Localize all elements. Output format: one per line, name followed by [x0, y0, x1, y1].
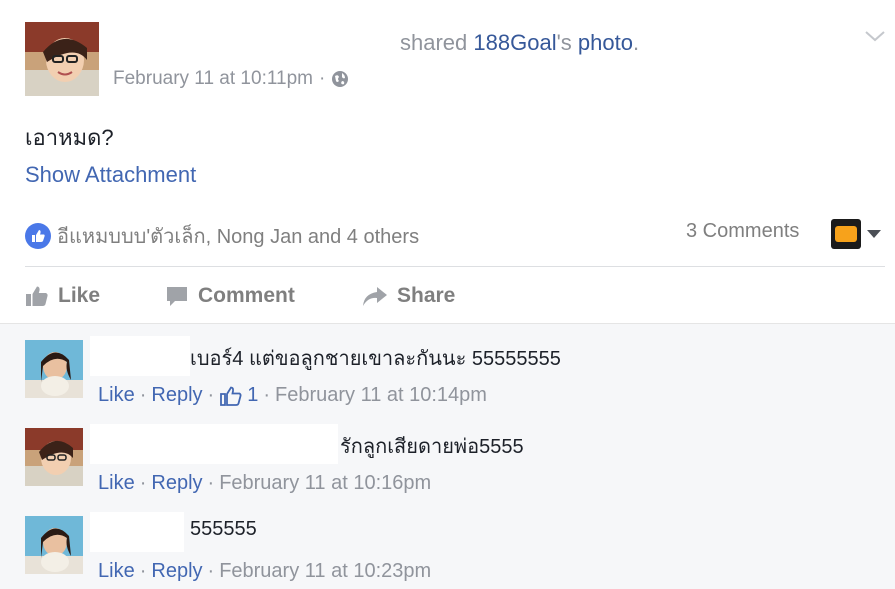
meta-separator: · [139, 384, 147, 406]
redacted-author-name [113, 30, 398, 56]
like-button[interactable]: Like [25, 280, 100, 312]
comment-item: เบอร์4 แต่ขอลูกชายเขาละกันนะ 55555555 Li… [0, 324, 895, 410]
share-button[interactable]: Share [362, 280, 455, 312]
comments-count-link[interactable]: 3 Comments [686, 220, 799, 243]
comment-item: 555555 Like · Reply · February 11 at 10:… [0, 500, 895, 586]
comment-label: Comment [198, 284, 295, 307]
share-arrow-icon [363, 287, 387, 306]
comment-like-count[interactable]: 1 [219, 384, 258, 407]
page-avatar [831, 219, 861, 249]
comment-timestamp[interactable]: February 11 at 10:14pm [275, 384, 487, 407]
post-body: เอาหมด? [25, 125, 114, 150]
header-period: . [632, 30, 640, 55]
comment-timestamp[interactable]: February 11 at 10:23pm [219, 560, 431, 583]
comment-meta: Like · Reply · February 11 at 10:16pm [98, 472, 431, 495]
post-meta: February 11 at 10:11pm · [113, 68, 349, 90]
comment-item: รักลูกเสียดายพ่อ5555 Like · Reply · Febr… [0, 412, 895, 498]
shared-owner-suffix: 's [556, 30, 572, 55]
redacted-commenter-name [90, 512, 184, 552]
comment-reply-link[interactable]: Reply [151, 472, 202, 495]
meta-separator: · [263, 384, 270, 406]
comment-like-link[interactable]: Like [98, 472, 135, 495]
redacted-commenter-name [90, 336, 190, 376]
comment-button[interactable]: Comment [165, 280, 295, 312]
header-action: shared [400, 30, 468, 55]
chevron-down-icon[interactable] [863, 26, 887, 46]
commenter-avatar[interactable] [25, 516, 83, 574]
thumbs-up-outline-icon [220, 386, 242, 406]
facebook-post: shared 188Goal's photo. February 11 at 1… [0, 0, 895, 589]
comments-section: เบอร์4 แต่ขอลูกชายเขาละกันนะ 55555555 Li… [0, 323, 895, 589]
meta-separator: · [207, 472, 215, 494]
meta-separator: · [207, 384, 215, 406]
post-timestamp[interactable]: February 11 at 10:11pm [113, 68, 313, 90]
comment-meta: Like · Reply · 1 · February 11 at 10:14p… [98, 384, 487, 407]
meta-separator: · [139, 560, 147, 582]
comment-like-link[interactable]: Like [98, 384, 135, 407]
redacted-commenter-name [90, 424, 338, 464]
divider [25, 266, 885, 267]
show-attachment-link[interactable]: Show Attachment [25, 162, 196, 188]
comment-reply-link[interactable]: Reply [151, 560, 202, 583]
comment-text: 555555 [190, 518, 257, 540]
comment-reply-link[interactable]: Reply [151, 384, 202, 407]
shared-owner-link[interactable]: 188Goal [473, 30, 556, 55]
commenter-avatar[interactable] [25, 340, 83, 398]
share-label: Share [397, 284, 456, 307]
comment-timestamp[interactable]: February 11 at 10:16pm [219, 472, 431, 495]
like-count-value: 1 [247, 384, 259, 406]
speech-bubble-icon [167, 287, 187, 306]
comment-text: รักลูกเสียดายพ่อ5555 [340, 436, 524, 458]
thumbs-up-icon [26, 286, 48, 306]
commenter-avatar[interactable] [25, 428, 83, 486]
comment-like-link[interactable]: Like [98, 560, 135, 583]
likers-text: อีแหมบบบ'ตัวเล็ก, Nong Jan and 4 others [57, 226, 420, 248]
author-avatar[interactable] [25, 22, 99, 96]
like-reaction-icon [25, 223, 51, 249]
shared-photo-link[interactable]: photo [578, 30, 633, 55]
meta-separator: · [207, 560, 215, 582]
comment-text: เบอร์4 แต่ขอลูกชายเขาละกันนะ 55555555 [190, 348, 561, 370]
comment-as-selector[interactable] [831, 219, 886, 249]
like-label: Like [58, 284, 101, 307]
meta-separator: · [318, 68, 326, 89]
meta-separator: · [139, 472, 147, 494]
comment-meta: Like · Reply · February 11 at 10:23pm [98, 560, 431, 583]
likes-summary[interactable]: อีแหมบบบ'ตัวเล็ก, Nong Jan and 4 others [25, 220, 419, 252]
globe-icon[interactable] [331, 70, 349, 88]
caret-down-icon [867, 230, 881, 238]
post-header: shared 188Goal's photo. [400, 30, 639, 56]
